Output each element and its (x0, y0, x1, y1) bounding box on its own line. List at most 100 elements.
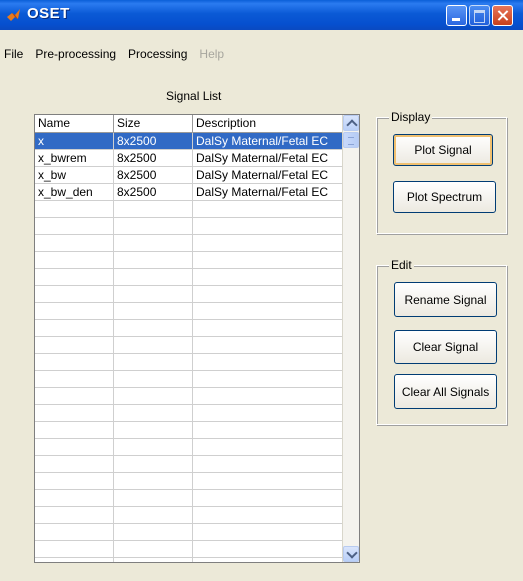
signal-list-table[interactable]: Name Size Description x 8x2500 DalSy Mat… (34, 114, 360, 563)
column-header-size[interactable]: Size (114, 115, 193, 132)
close-icon[interactable] (492, 5, 513, 26)
empty-cell (114, 371, 193, 387)
empty-table-row (35, 337, 344, 354)
empty-cell (35, 320, 114, 336)
empty-cell (114, 507, 193, 523)
empty-cell (193, 303, 344, 319)
row-name: x_bw_den (35, 184, 114, 200)
empty-cell (193, 371, 344, 387)
empty-cell (114, 524, 193, 540)
edit-group: Edit Rename Signal Clear Signal Clear Al… (376, 258, 507, 425)
empty-cell (35, 439, 114, 455)
empty-cell (114, 303, 193, 319)
empty-table-row (35, 218, 344, 235)
empty-cell (193, 269, 344, 285)
empty-cell (114, 422, 193, 438)
column-header-description[interactable]: Description (193, 115, 344, 132)
menu-pre-processing[interactable]: Pre-processing (29, 44, 122, 64)
empty-cell (35, 337, 114, 353)
row-size: 8x2500 (114, 133, 193, 149)
menu-bar: File Pre-processing Processing Help (0, 44, 230, 64)
empty-cell (114, 320, 193, 336)
empty-table-row (35, 235, 344, 252)
scroll-thumb[interactable] (343, 132, 359, 148)
empty-cell (193, 201, 344, 217)
table-row[interactable]: x_bwrem 8x2500 DalSy Maternal/Fetal EC (35, 150, 344, 167)
empty-cell (114, 456, 193, 472)
display-group-title: Display (389, 110, 433, 124)
row-size: 8x2500 (114, 150, 193, 166)
row-name: x_bwrem (35, 150, 114, 166)
table-row[interactable]: x_bw_den 8x2500 DalSy Maternal/Fetal EC (35, 184, 344, 201)
display-group: Display Plot Signal Plot Spectrum (376, 110, 507, 234)
empty-table-row (35, 473, 344, 490)
empty-cell (193, 456, 344, 472)
window-title: OSET (27, 5, 70, 22)
rename-signal-button[interactable]: Rename Signal (394, 282, 497, 317)
table-row[interactable]: x 8x2500 DalSy Maternal/Fetal EC (35, 133, 344, 150)
row-description: DalSy Maternal/Fetal EC (193, 150, 344, 166)
empty-table-row (35, 507, 344, 524)
scroll-down-icon[interactable] (343, 546, 359, 562)
empty-table-row (35, 269, 344, 286)
empty-cell (114, 354, 193, 370)
clear-signal-button[interactable]: Clear Signal (394, 330, 497, 364)
empty-cell (35, 507, 114, 523)
column-header-name[interactable]: Name (35, 115, 114, 132)
empty-table-row (35, 490, 344, 507)
empty-cell (114, 405, 193, 421)
empty-cell (193, 558, 344, 562)
row-name: x_bw (35, 167, 114, 183)
empty-cell (114, 473, 193, 489)
row-size: 8x2500 (114, 184, 193, 200)
empty-cell (35, 354, 114, 370)
edit-group-title: Edit (389, 258, 414, 272)
empty-cell (35, 218, 114, 234)
empty-cell (114, 286, 193, 302)
empty-cell (114, 235, 193, 251)
empty-cell (35, 456, 114, 472)
empty-cell (35, 252, 114, 268)
empty-cell (114, 269, 193, 285)
empty-cell (193, 354, 344, 370)
empty-cell (193, 337, 344, 353)
empty-cell (193, 439, 344, 455)
empty-cell (193, 388, 344, 404)
empty-table-row (35, 558, 344, 562)
menu-processing[interactable]: Processing (122, 44, 193, 64)
empty-cell (114, 252, 193, 268)
empty-table-row (35, 524, 344, 541)
empty-cell (35, 388, 114, 404)
empty-cell (193, 422, 344, 438)
empty-cell (35, 303, 114, 319)
maximize-icon[interactable] (469, 5, 490, 26)
minimize-icon[interactable] (446, 5, 467, 26)
table-row[interactable]: x_bw 8x2500 DalSy Maternal/Fetal EC (35, 167, 344, 184)
empty-cell (193, 235, 344, 251)
empty-cell (114, 439, 193, 455)
empty-table-row (35, 541, 344, 558)
empty-cell (193, 218, 344, 234)
vertical-scrollbar[interactable] (342, 115, 359, 562)
title-bar[interactable]: OSET (0, 0, 523, 30)
empty-table-row (35, 405, 344, 422)
empty-table-row (35, 388, 344, 405)
empty-cell (35, 558, 114, 562)
empty-cell (193, 490, 344, 506)
empty-cell (35, 524, 114, 540)
plot-spectrum-button[interactable]: Plot Spectrum (393, 181, 496, 213)
empty-cell (193, 507, 344, 523)
clear-all-signals-button[interactable]: Clear All Signals (394, 374, 497, 409)
empty-table-row (35, 354, 344, 371)
scroll-up-icon[interactable] (343, 115, 359, 131)
empty-cell (193, 405, 344, 421)
empty-cell (193, 524, 344, 540)
row-size: 8x2500 (114, 167, 193, 183)
plot-signal-button[interactable]: Plot Signal (393, 134, 493, 166)
row-description: DalSy Maternal/Fetal EC (193, 133, 344, 149)
menu-file[interactable]: File (0, 44, 29, 64)
empty-cell (193, 252, 344, 268)
empty-cell (114, 541, 193, 557)
empty-cell (35, 541, 114, 557)
empty-cell (35, 490, 114, 506)
